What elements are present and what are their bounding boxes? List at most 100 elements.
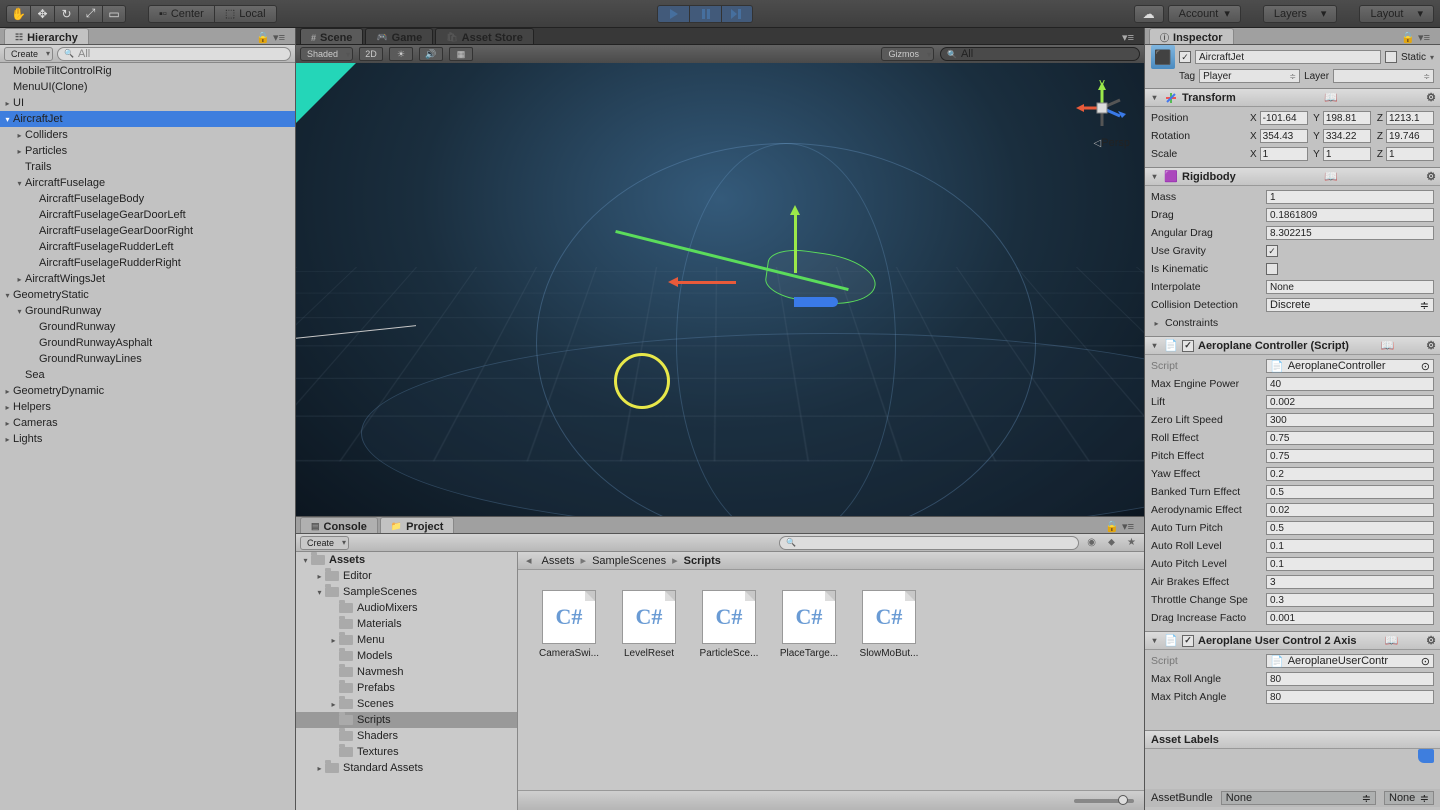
hierarchy-search[interactable]: All [57, 47, 291, 61]
gameobject-name-field[interactable]: AircraftJet [1195, 50, 1381, 64]
play-button[interactable] [657, 5, 689, 23]
scale-tool-button[interactable]: ⤢ [78, 5, 102, 23]
pos-z-field[interactable] [1386, 111, 1434, 125]
tag-dropdown[interactable]: Player [1199, 69, 1300, 83]
mass-field[interactable] [1266, 190, 1434, 204]
shading-dropdown[interactable]: Shaded [300, 47, 353, 61]
thumbnail-size-slider[interactable] [1074, 799, 1134, 803]
asset-item[interactable]: C#SlowMoBut... [858, 590, 920, 659]
breadcrumb-item[interactable]: SampleScenes [592, 555, 666, 567]
2d-toggle[interactable]: 2D [359, 47, 383, 61]
hierarchy-item[interactable]: ▸UI [0, 95, 295, 111]
hierarchy-item[interactable]: AircraftFuselageBody [0, 191, 295, 207]
project-tree[interactable]: ▾Assets▸Editor▾SampleScenesAudioMixersMa… [296, 552, 518, 810]
cloud-button[interactable]: ☁ [1134, 5, 1164, 23]
expand-icon[interactable]: ▾ [1149, 341, 1160, 350]
expand-icon[interactable]: ▾ [1149, 636, 1160, 645]
project-tree-item[interactable]: ▸Menu [296, 632, 517, 648]
hierarchy-item[interactable]: Sea [0, 367, 295, 383]
hierarchy-lock-icon[interactable]: 🔒 ▾≡ [256, 31, 291, 44]
project-tree-item[interactable]: ▸Editor [296, 568, 517, 584]
hand-tool-button[interactable]: ✋ [6, 5, 30, 23]
lighting-toggle[interactable]: ☀ [389, 47, 413, 61]
transform-header[interactable]: ▾ Transform 📖 ⚙ [1145, 89, 1440, 107]
max-pitch-field[interactable] [1266, 690, 1434, 704]
project-tree-item[interactable]: ▾SampleScenes [296, 584, 517, 600]
gizmo-axis-y[interactable] [794, 213, 797, 273]
project-tree-item[interactable]: Prefabs [296, 680, 517, 696]
hierarchy-tab[interactable]: ☷Hierarchy [4, 28, 89, 44]
perspective-label[interactable]: ◁Persp [1094, 137, 1130, 149]
project-tree-item[interactable]: Materials [296, 616, 517, 632]
layout-dropdown[interactable]: Layout ▾ [1359, 5, 1434, 23]
rot-x-field[interactable] [1260, 129, 1308, 143]
static-toggle[interactable] [1385, 51, 1397, 63]
prop-field[interactable] [1266, 503, 1434, 517]
hierarchy-item[interactable]: ▸AircraftWingsJet [0, 271, 295, 287]
scene-viewport[interactable]: y ◁Persp [296, 63, 1144, 516]
gizmo-axis-x[interactable] [676, 281, 736, 284]
help-icon[interactable]: 📖 [1381, 339, 1395, 352]
tag-icon[interactable] [1418, 749, 1434, 763]
hierarchy-item[interactable]: AircraftFuselageGearDoorRight [0, 223, 295, 239]
hierarchy-item[interactable]: ▸Lights [0, 431, 295, 447]
gravity-toggle[interactable]: ✓ [1266, 245, 1278, 257]
move-tool-button[interactable]: ✥ [30, 5, 54, 23]
hierarchy-item[interactable]: GroundRunwayAsphalt [0, 335, 295, 351]
hierarchy-item[interactable]: GroundRunway [0, 319, 295, 335]
gear-icon[interactable]: ⚙ [1426, 91, 1436, 104]
prop-field[interactable] [1266, 611, 1434, 625]
inspector-menu-icon[interactable]: 🔒 ▾≡ [1401, 31, 1436, 44]
pos-y-field[interactable] [1323, 111, 1371, 125]
scl-x-field[interactable] [1260, 147, 1308, 161]
account-dropdown[interactable]: Account ▾ [1168, 5, 1241, 23]
ang-drag-field[interactable] [1266, 226, 1434, 240]
asset-item[interactable]: C#CameraSwi... [538, 590, 600, 659]
back-icon[interactable]: ◂ [526, 554, 532, 567]
rot-y-field[interactable] [1323, 129, 1371, 143]
script-ref-field[interactable]: 📄AeroplaneController⊙ [1266, 359, 1434, 373]
breadcrumb-item[interactable]: Scripts [684, 555, 721, 567]
breadcrumb-item[interactable]: Assets [542, 555, 575, 567]
audio-toggle[interactable]: 🔊 [419, 47, 443, 61]
prop-field[interactable] [1266, 449, 1434, 463]
scl-y-field[interactable] [1323, 147, 1371, 161]
hierarchy-item[interactable]: ▸Helpers [0, 399, 295, 415]
hierarchy-item[interactable]: ▸Cameras [0, 415, 295, 431]
help-icon[interactable]: 📖 [1384, 634, 1398, 647]
script-ref-field[interactable]: 📄AeroplaneUserContr⊙ [1266, 654, 1434, 668]
project-tree-item[interactable]: ▸Scenes [296, 696, 517, 712]
kinematic-toggle[interactable] [1266, 263, 1278, 275]
gear-icon[interactable]: ⚙ [1426, 170, 1436, 183]
expand-icon[interactable]: ▸ [1151, 319, 1162, 328]
save-search-icon[interactable]: ★ [1123, 537, 1140, 548]
prop-field[interactable] [1266, 395, 1434, 409]
hierarchy-item[interactable]: ▸GeometryDynamic [0, 383, 295, 399]
hierarchy-item[interactable]: GroundRunwayLines [0, 351, 295, 367]
gameobject-active-toggle[interactable]: ✓ [1179, 51, 1191, 63]
hierarchy-item[interactable]: ▾AircraftFuselage [0, 175, 295, 191]
scl-z-field[interactable] [1386, 147, 1434, 161]
hierarchy-tree[interactable]: MobileTiltControlRigMenuUI(Clone)▸UI▾Air… [0, 63, 295, 810]
filter-by-type-icon[interactable]: ⬥ [1104, 537, 1119, 548]
aero-enabled-toggle[interactable]: ✓ [1182, 340, 1194, 352]
project-asset-grid[interactable]: C#CameraSwi...C#LevelResetC#ParticleSce.… [518, 570, 1144, 790]
prop-field[interactable] [1266, 485, 1434, 499]
max-roll-field[interactable] [1266, 672, 1434, 686]
hierarchy-item[interactable]: AircraftFuselageGearDoorLeft [0, 207, 295, 223]
scene-menu-icon[interactable]: ▾≡ [1122, 31, 1140, 44]
gizmo-axis-z[interactable] [794, 297, 838, 307]
hierarchy-item[interactable]: Trails [0, 159, 295, 175]
hierarchy-item[interactable]: ▾GeometryStatic [0, 287, 295, 303]
project-tree-item[interactable]: Scripts [296, 712, 517, 728]
project-tree-item[interactable]: Textures [296, 744, 517, 760]
hierarchy-item[interactable]: MenuUI(Clone) [0, 79, 295, 95]
asset-item[interactable]: C#LevelReset [618, 590, 680, 659]
pivot-center-button[interactable]: ▪▫Center [148, 5, 214, 23]
project-tree-item[interactable]: ▸Standard Assets [296, 760, 517, 776]
expand-icon[interactable]: ▾ [1149, 93, 1160, 102]
console-tab[interactable]: ▤Console [300, 517, 378, 533]
prop-field[interactable] [1266, 521, 1434, 535]
game-tab[interactable]: 🎮Game [365, 28, 433, 44]
gear-icon[interactable]: ⚙ [1426, 339, 1436, 352]
